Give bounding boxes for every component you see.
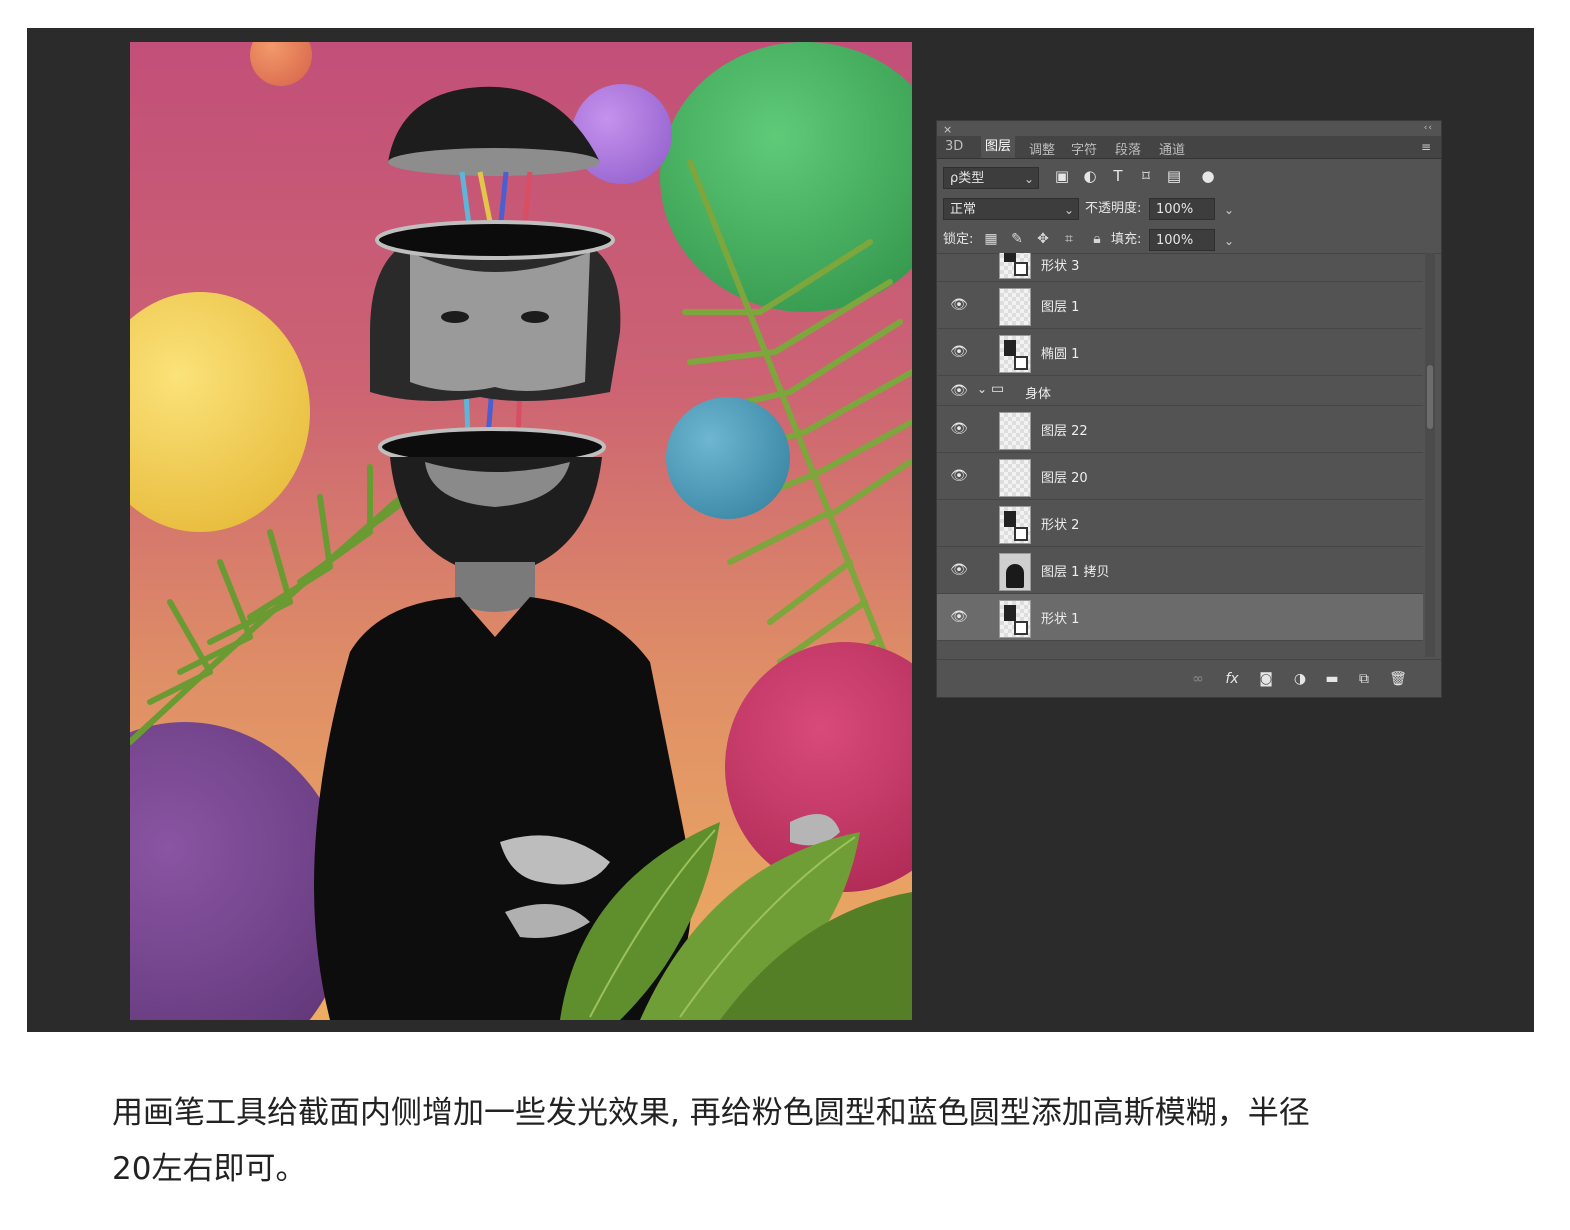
layer-thumbnail <box>999 506 1031 544</box>
lock-artboard-icon[interactable]: ⌗ <box>1059 229 1079 249</box>
eye-icon[interactable]: 👁︎ <box>949 381 969 401</box>
eye-icon[interactable]: 👁︎ <box>949 560 969 580</box>
layer-thumbnail <box>999 288 1031 326</box>
trash-icon[interactable]: 🗑︎ <box>1387 668 1409 690</box>
panel-menu-icon[interactable]: ≡ <box>1421 140 1431 154</box>
fill-label: 填充: <box>1111 232 1142 247</box>
layer-row[interactable]: 👁︎ 图层 20 <box>937 453 1423 500</box>
group-name: 身体 <box>1025 387 1052 402</box>
filter-toggle-icon[interactable]: ● <box>1197 165 1219 187</box>
banana-leaves <box>560 822 912 1020</box>
layer-group-row[interactable]: 👁︎ ⌄ ▭ 身体 <box>937 376 1423 406</box>
layer-thumbnail <box>999 253 1031 279</box>
layer-name: 形状 1 <box>1041 612 1080 627</box>
tab-paragraph[interactable]: 段落 <box>1115 139 1141 158</box>
eye-hidden-slot[interactable] <box>949 513 969 533</box>
eye-icon[interactable]: 👁︎ <box>949 607 969 627</box>
chevron-down-icon[interactable]: ⌄ <box>1224 230 1234 252</box>
panel-tabs: 3D 图层 调整 字符 段落 通道 ≡ <box>937 136 1441 159</box>
opacity-value: 100% <box>1156 202 1194 217</box>
fx-icon[interactable]: fx <box>1221 668 1243 690</box>
close-icon[interactable]: × <box>943 123 952 136</box>
fill-input[interactable]: 100% ⌄ <box>1149 229 1234 251</box>
blend-mode-select[interactable]: 正常 ⌄ <box>943 198 1079 220</box>
photoshop-screenshot: × ‹‹ 3D 图层 调整 字符 段落 通道 ≡ ρ类型 ⌄ ▣ ◐ T ⌑ ▤… <box>27 28 1534 1032</box>
lock-label: 锁定: <box>943 232 974 247</box>
shape-filter-icon[interactable]: ⌑ <box>1135 165 1157 187</box>
tab-3d[interactable]: 3D <box>945 139 963 154</box>
layers-toolbar: ∞ fx ◙ ◑ ▬ ⧉ 🗑︎ <box>937 659 1441 698</box>
filter-label: ρ类型 <box>950 171 985 186</box>
lock-paint-icon[interactable]: ✎ <box>1007 229 1027 249</box>
lock-row: 锁定: ▦ ✎ ✥ ⌗ 🔒︎ 填充: 100% ⌄ <box>937 227 1441 254</box>
layer-row[interactable]: 👁︎ 椭圆 1 <box>937 329 1423 376</box>
layer-name: 图层 22 <box>1041 424 1088 439</box>
blend-row: 正常 ⌄ 不透明度: 100% ⌄ <box>943 196 1435 222</box>
layer-filter-select[interactable]: ρ类型 ⌄ <box>943 167 1039 189</box>
layers-list: 形状 3 👁︎ 图层 1 👁︎ 椭圆 1 👁︎ ⌄ ▭ 身体 👁︎ 图层 22 … <box>937 253 1423 657</box>
adjustment-icon[interactable]: ◑ <box>1289 668 1311 690</box>
mask-icon[interactable]: ◙ <box>1255 668 1277 690</box>
opacity-input[interactable]: 100% ⌄ <box>1149 198 1234 220</box>
layers-scrollbar[interactable] <box>1425 253 1435 657</box>
layers-panel: × ‹‹ 3D 图层 调整 字符 段落 通道 ≡ ρ类型 ⌄ ▣ ◐ T ⌑ ▤… <box>936 120 1442 698</box>
layer-name: 形状 2 <box>1041 518 1080 533</box>
artwork-canvas[interactable] <box>130 42 912 1020</box>
folder-icon: ▭ <box>991 381 1005 397</box>
layer-thumbnail <box>999 553 1031 591</box>
lock-all-icon[interactable]: 🔒︎ <box>1087 229 1107 249</box>
caption-line-1: 用画笔工具给截面内侧增加一些发光效果, 再给粉色圆型和蓝色圆型添加高斯模糊，半径 <box>112 1095 1310 1131</box>
folder-icon[interactable]: ▬ <box>1321 668 1343 690</box>
filter-row: ρ类型 ⌄ ▣ ◐ T ⌑ ▤ ● <box>943 165 1435 191</box>
layer-thumbnail <box>999 600 1031 638</box>
article-caption: 用画笔工具给截面内侧增加一些发光效果, 再给粉色圆型和蓝色圆型添加高斯模糊，半径… <box>112 1085 1452 1197</box>
lock-transparent-icon[interactable]: ▦ <box>981 229 1001 249</box>
fill-value: 100% <box>1156 233 1194 248</box>
chevron-down-icon: ⌄ <box>1063 203 1074 217</box>
eye-icon[interactable]: 👁︎ <box>949 342 969 362</box>
chevron-down-icon: ⌄ <box>1023 172 1034 186</box>
layer-name: 椭圆 1 <box>1041 347 1080 362</box>
layer-name: 图层 1 拷贝 <box>1041 565 1110 580</box>
chevron-down-icon[interactable]: ⌄ <box>977 382 987 396</box>
caption-line-2: 20左右即可。 <box>112 1151 307 1187</box>
opacity-label: 不透明度: <box>1085 201 1142 216</box>
layer-row[interactable]: 👁︎ 图层 1 拷贝 <box>937 547 1423 594</box>
tab-character[interactable]: 字符 <box>1071 139 1097 158</box>
tab-layers[interactable]: 图层 <box>981 136 1016 158</box>
layer-name: 图层 20 <box>1041 471 1088 486</box>
tab-adjustments[interactable]: 调整 <box>1029 139 1055 158</box>
blend-mode-value: 正常 <box>950 202 977 217</box>
tab-channels[interactable]: 通道 <box>1159 139 1185 158</box>
adjustment-filter-icon[interactable]: ◐ <box>1079 165 1101 187</box>
layer-thumbnail <box>999 412 1031 450</box>
layer-row[interactable]: 👁︎ 图层 22 <box>937 406 1423 453</box>
layer-name: 形状 3 <box>1041 259 1080 274</box>
image-filter-icon[interactable]: ▣ <box>1051 165 1073 187</box>
new-layer-icon[interactable]: ⧉ <box>1353 668 1375 690</box>
scrollbar-thumb[interactable] <box>1427 365 1433 429</box>
eye-icon[interactable]: 👁︎ <box>949 419 969 439</box>
type-filter-icon[interactable]: T <box>1107 165 1129 187</box>
eye-icon[interactable]: 👁︎ <box>949 295 969 315</box>
layer-thumbnail <box>999 459 1031 497</box>
lock-position-icon[interactable]: ✥ <box>1033 229 1053 249</box>
smart-object-filter-icon[interactable]: ▤ <box>1163 165 1185 187</box>
chevron-down-icon[interactable]: ⌄ <box>1224 199 1234 221</box>
layer-row[interactable]: 形状 2 <box>937 500 1423 547</box>
layer-row[interactable]: 👁︎ 图层 1 <box>937 282 1423 329</box>
link-icon[interactable]: ∞ <box>1187 668 1209 690</box>
collapse-icon[interactable]: ‹‹ <box>1424 123 1433 133</box>
layer-row[interactable]: 形状 3 <box>937 253 1423 282</box>
layer-name: 图层 1 <box>1041 300 1080 315</box>
eye-icon[interactable]: 👁︎ <box>949 466 969 486</box>
layer-row-selected[interactable]: 👁︎ 形状 1 <box>937 594 1423 641</box>
layer-thumbnail <box>999 335 1031 373</box>
